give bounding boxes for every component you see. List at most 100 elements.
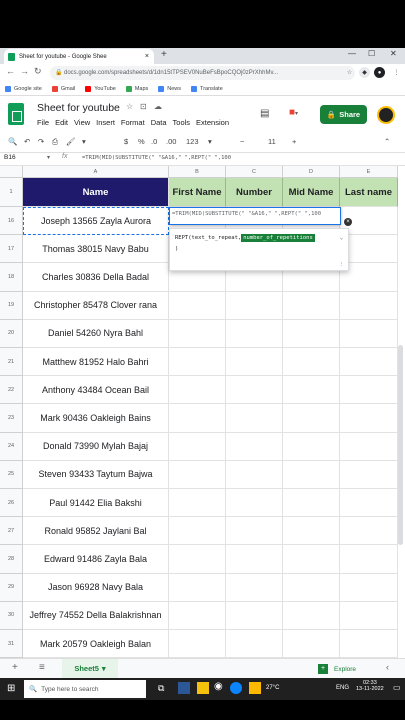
avatar[interactable] xyxy=(377,106,395,124)
row-number[interactable]: 27 xyxy=(0,517,23,546)
empty-cell[interactable] xyxy=(283,545,340,574)
menu-file[interactable]: File xyxy=(37,118,49,127)
reload-icon[interactable]: ↻ xyxy=(34,66,42,77)
empty-cell[interactable] xyxy=(169,376,226,405)
empty-cell[interactable] xyxy=(226,545,283,574)
empty-cell[interactable] xyxy=(340,489,398,518)
row-number[interactable]: 16 xyxy=(0,207,23,236)
name-cell[interactable]: Anthony 43484 Ocean Bail xyxy=(23,376,169,405)
empty-cell[interactable] xyxy=(283,291,340,320)
name-cell[interactable]: Daniel 54260 Nyra Bahl xyxy=(23,319,169,348)
row-number[interactable]: 20 xyxy=(0,319,23,348)
back-arrow-icon[interactable]: ← xyxy=(6,66,15,76)
tab-close-icon[interactable]: × xyxy=(145,53,149,60)
empty-cell[interactable] xyxy=(340,630,398,658)
notification-icon[interactable]: ▭ xyxy=(393,683,401,692)
name-cell[interactable]: Ronald 95852 Jaylani Bal xyxy=(23,517,169,546)
formula-text[interactable]: =TRIM(MID(SUBSTITUTE(" "&A16," ",REPT(" … xyxy=(82,155,231,161)
row-number[interactable]: 25 xyxy=(0,460,23,489)
doc-title[interactable]: Sheet for youtube xyxy=(37,102,120,114)
task-view-icon[interactable]: ⧉ xyxy=(158,683,164,694)
empty-cell[interactable] xyxy=(283,573,340,602)
header-cell-first-name[interactable]: First Name xyxy=(169,178,226,207)
font-size-minus-icon[interactable]: − xyxy=(240,137,244,146)
collapse-toolbar-icon[interactable]: ⌃ xyxy=(384,137,390,146)
url-field[interactable]: docs.google.com/spreadsheets/d/1dn15tTPS… xyxy=(50,66,355,80)
empty-cell[interactable] xyxy=(169,404,226,433)
profile-icon[interactable]: ● xyxy=(374,67,385,78)
column-header-e[interactable]: E xyxy=(340,166,398,178)
search-menus-icon[interactable]: 🔍 xyxy=(8,137,17,146)
column-header-d[interactable]: D xyxy=(283,166,340,178)
empty-cell[interactable] xyxy=(283,601,340,630)
font-size-plus-icon[interactable]: + xyxy=(292,137,296,146)
empty-cell[interactable] xyxy=(169,291,226,320)
empty-cell[interactable] xyxy=(226,348,283,377)
bookmark-maps[interactable]: Maps xyxy=(125,85,148,92)
undo-icon[interactable]: ↶ xyxy=(24,137,30,146)
browser-menu-icon[interactable]: ⋮ xyxy=(391,67,402,78)
name-cell[interactable]: Matthew 81952 Halo Bahri xyxy=(23,348,169,377)
row-number[interactable]: 28 xyxy=(0,545,23,574)
redo-icon[interactable]: ↷ xyxy=(38,137,44,146)
column-header-a[interactable]: A xyxy=(23,166,169,178)
more-formats-button[interactable]: 123 xyxy=(186,137,199,146)
empty-cell[interactable] xyxy=(226,432,283,461)
edge-icon[interactable] xyxy=(230,682,242,694)
percent-button[interactable]: % xyxy=(138,137,145,146)
empty-cell[interactable] xyxy=(226,573,283,602)
empty-cell[interactable] xyxy=(283,489,340,518)
name-box-chevron-icon[interactable]: ▾ xyxy=(47,154,50,161)
name-box[interactable]: B16 xyxy=(4,154,16,161)
zoom-select[interactable]: ▾ xyxy=(82,137,86,146)
comment-icon[interactable]: ▤ xyxy=(260,108,269,119)
bookmark-star-icon[interactable]: ☆ xyxy=(344,67,355,78)
window-close-button[interactable]: ✕ xyxy=(390,49,397,58)
empty-cell[interactable] xyxy=(283,348,340,377)
row-number[interactable]: 1 xyxy=(0,178,23,207)
decrease-decimal-button[interactable]: .0 xyxy=(151,137,157,146)
empty-cell[interactable] xyxy=(283,517,340,546)
menu-edit[interactable]: Edit xyxy=(55,118,68,127)
select-all-corner[interactable] xyxy=(0,166,23,178)
empty-cell[interactable] xyxy=(169,432,226,461)
explore-button[interactable]: + Explore xyxy=(318,662,378,676)
share-button[interactable]: 🔒 Share xyxy=(320,105,367,124)
empty-cell[interactable] xyxy=(169,601,226,630)
menu-extensions[interactable]: Extension xyxy=(196,118,229,127)
empty-cell[interactable] xyxy=(226,630,283,658)
cell-editor[interactable]: =TRIM(MID(SUBSTITUTE(" "&A16," ",REPT(" … xyxy=(169,207,341,225)
taskbar-search-field[interactable]: 🔍 Type here to search xyxy=(24,680,146,698)
clock[interactable]: 02:33 13-11-2022 xyxy=(356,680,384,692)
bookmark-google-site[interactable]: Google site xyxy=(5,85,42,92)
row-number[interactable]: 22 xyxy=(0,376,23,405)
all-sheets-icon[interactable]: ≡ xyxy=(39,662,45,673)
increase-decimal-button[interactable]: .00 xyxy=(166,137,176,146)
empty-cell[interactable] xyxy=(340,404,398,433)
empty-cell[interactable] xyxy=(226,404,283,433)
menu-view[interactable]: View xyxy=(74,118,90,127)
windows-start-icon[interactable]: ⊞ xyxy=(7,683,15,694)
minimize-button[interactable]: — xyxy=(348,49,356,58)
star-icon[interactable]: ☆ xyxy=(126,102,133,111)
language-indicator[interactable]: ENG xyxy=(336,685,349,691)
empty-cell[interactable] xyxy=(169,348,226,377)
empty-cell[interactable] xyxy=(169,319,226,348)
empty-cell[interactable] xyxy=(340,573,398,602)
row-number[interactable]: 30 xyxy=(0,601,23,630)
file-explorer-icon[interactable] xyxy=(197,682,209,694)
bookmark-translate[interactable]: Translate xyxy=(191,85,223,92)
empty-cell[interactable] xyxy=(169,460,226,489)
row-number[interactable]: 29 xyxy=(0,573,23,602)
empty-cell[interactable] xyxy=(226,489,283,518)
add-sheet-icon[interactable]: + xyxy=(12,662,18,673)
side-panel-chevron-icon[interactable]: ‹ xyxy=(386,662,389,672)
paint-format-icon[interactable]: 🖌 xyxy=(66,137,76,146)
row-number[interactable]: 17 xyxy=(0,235,23,264)
tooltip-expand-chevron-icon[interactable]: ⌄ xyxy=(340,235,343,241)
column-header-c[interactable]: C xyxy=(226,166,283,178)
name-cell[interactable]: Mark 90436 Oakleigh Bains xyxy=(23,404,169,433)
empty-cell[interactable] xyxy=(340,348,398,377)
name-cell[interactable]: Thomas 38015 Navy Babu xyxy=(23,235,169,264)
vertical-scrollbar[interactable] xyxy=(398,345,403,545)
